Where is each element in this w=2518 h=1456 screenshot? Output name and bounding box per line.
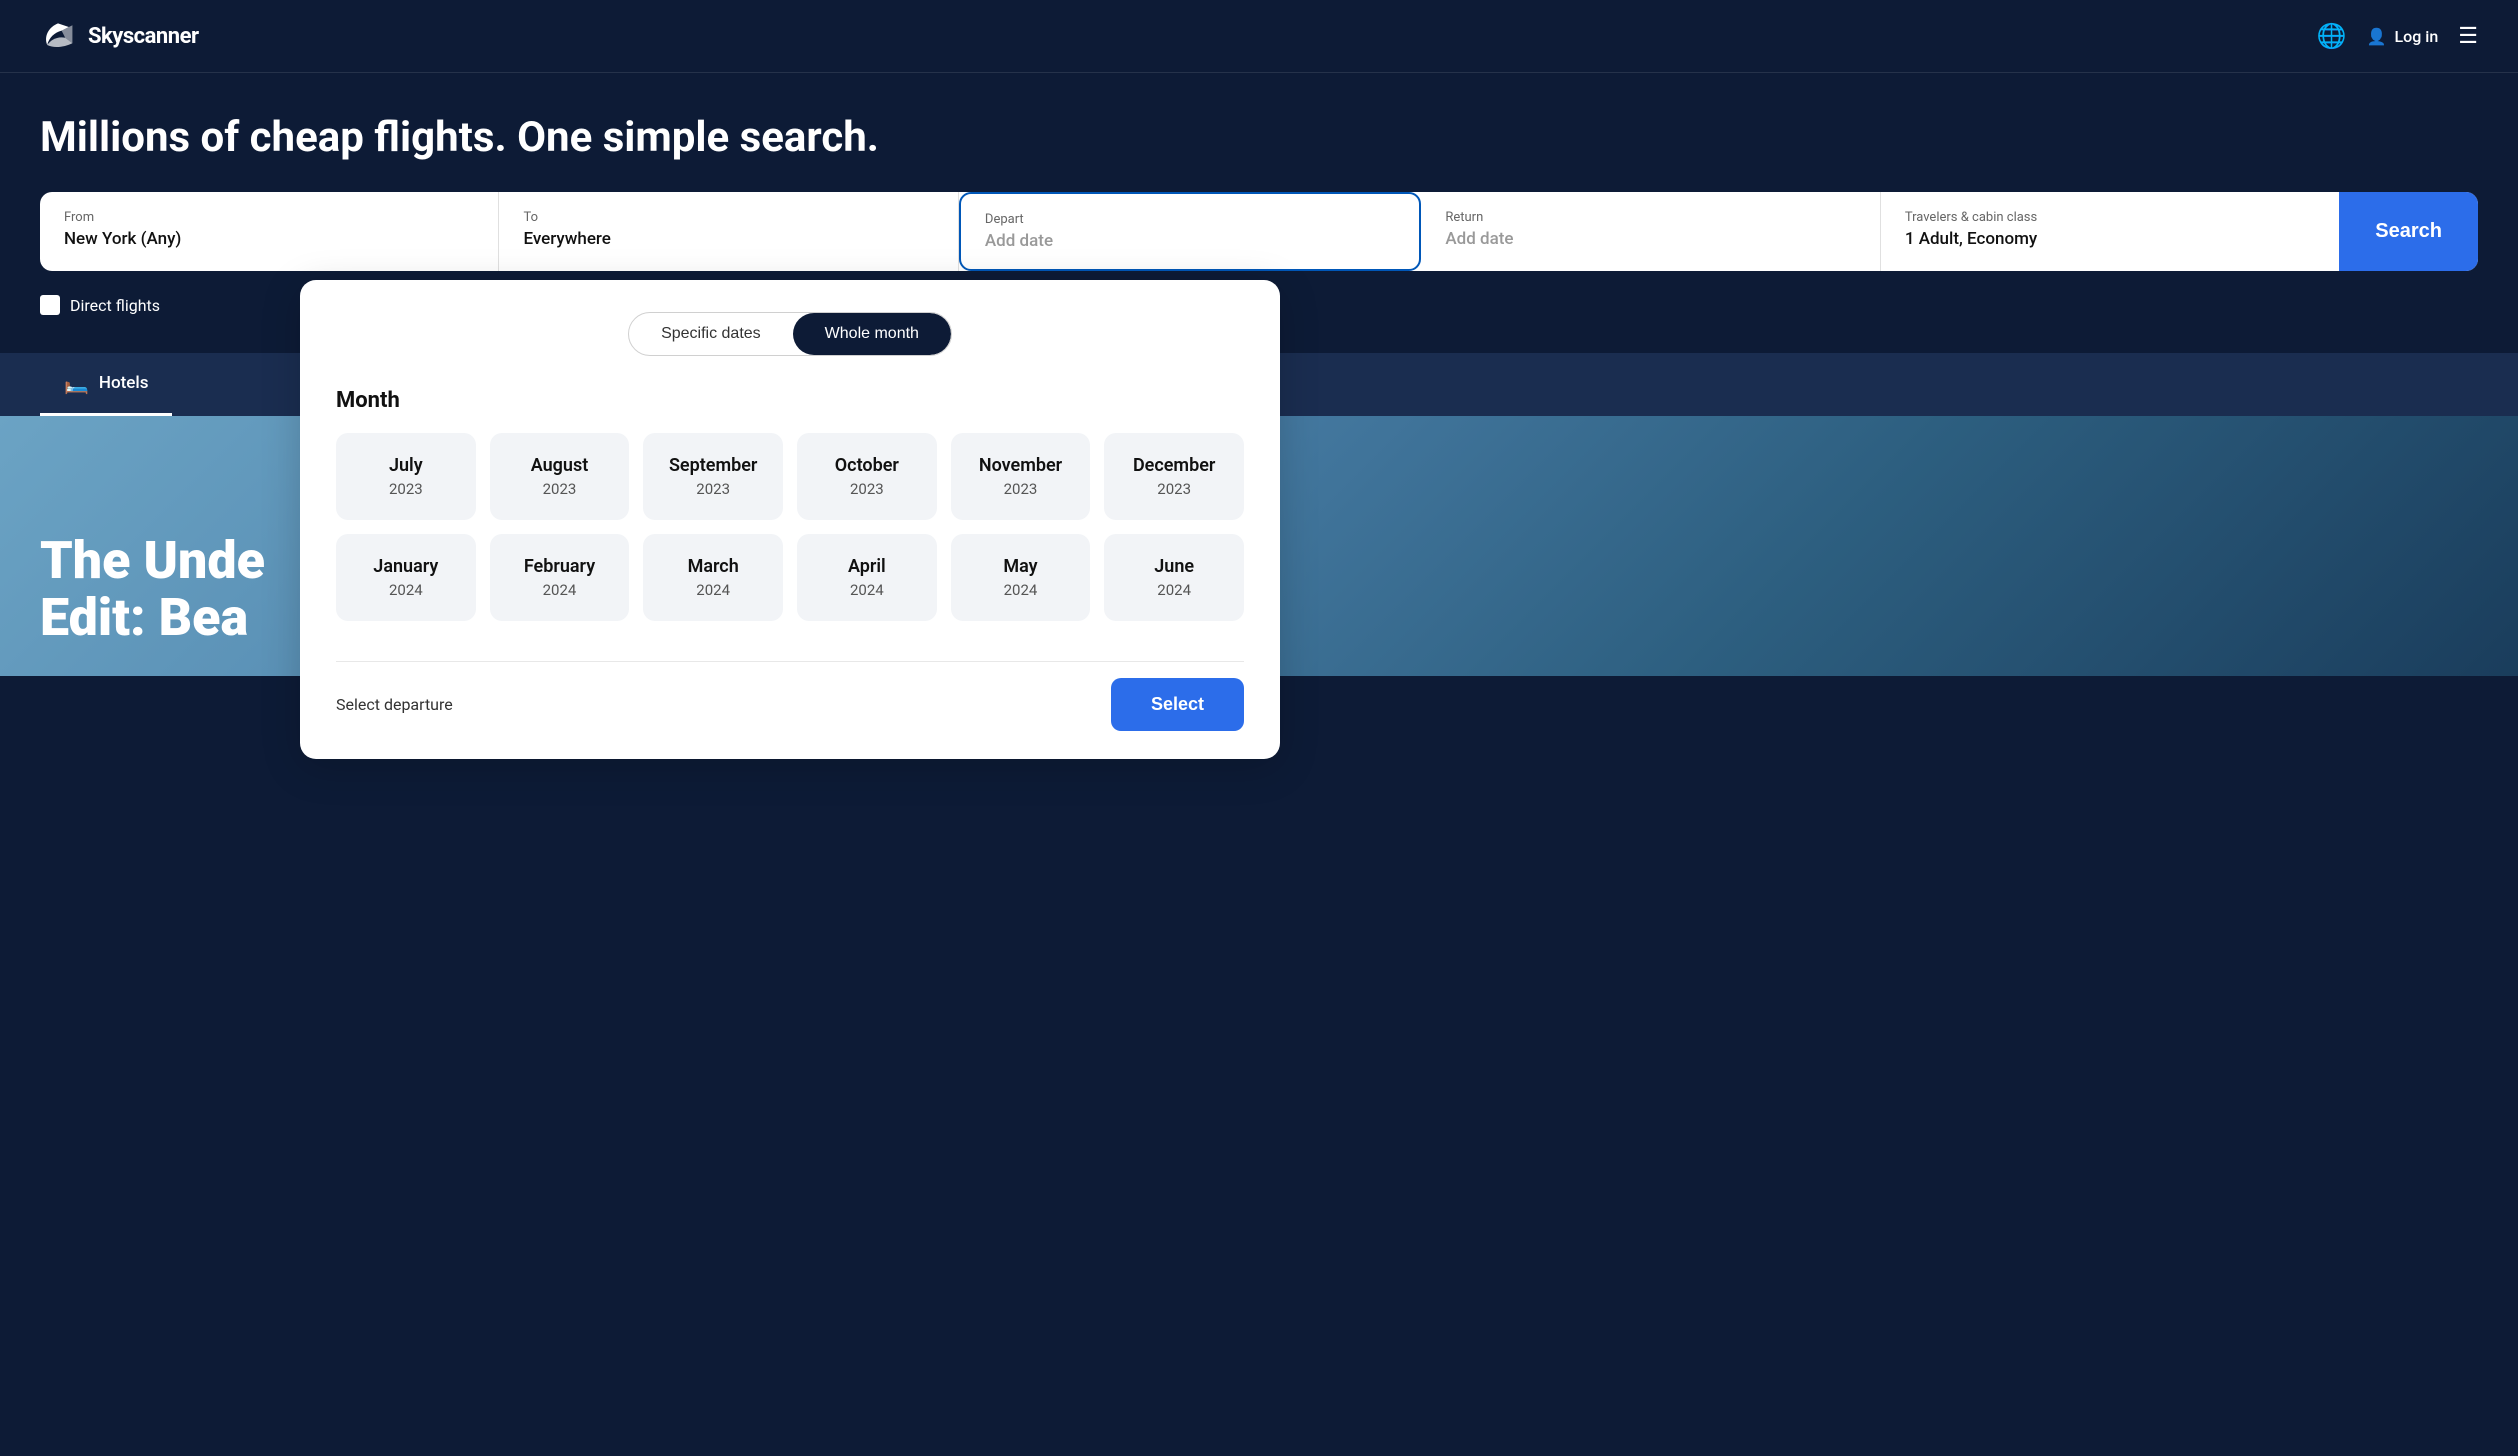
globe-icon[interactable]: 🌐: [2317, 22, 2347, 50]
specific-dates-toggle[interactable]: Specific dates: [629, 313, 793, 355]
month-card-august-2023[interactable]: August2023: [490, 433, 630, 520]
return-field[interactable]: Return Add date: [1421, 192, 1880, 271]
to-label: To: [523, 210, 933, 225]
month-card-april-2024[interactable]: April2024: [797, 534, 937, 621]
user-icon: 👤: [2367, 27, 2387, 46]
month-card-january-2024[interactable]: January2024: [336, 534, 476, 621]
menu-icon[interactable]: ☰: [2458, 24, 2478, 49]
months-grid: July2023August2023September2023October20…: [336, 433, 1244, 621]
dropdown-footer: Select departure Select: [336, 661, 1244, 731]
month-card-june-2024[interactable]: June2024: [1104, 534, 1244, 621]
date-picker-dropdown: Specific dates Whole month Month July202…: [300, 280, 1280, 759]
bg-text-line2: Edit: Bea: [40, 589, 265, 646]
month-card-july-2023[interactable]: July2023: [336, 433, 476, 520]
month-card-november-2023[interactable]: November2023: [951, 433, 1091, 520]
navbar-right: 🌐 👤 Log in ☰: [2317, 22, 2478, 50]
month-card-may-2024[interactable]: May2024: [951, 534, 1091, 621]
select-button[interactable]: Select: [1111, 678, 1244, 731]
from-label: From: [64, 210, 474, 225]
month-card-february-2024[interactable]: February2024: [490, 534, 630, 621]
depart-placeholder: Add date: [985, 231, 1053, 251]
date-type-toggle: Specific dates Whole month: [336, 312, 1244, 356]
navbar-left: Skyscanner: [40, 18, 199, 54]
return-placeholder: Add date: [1445, 229, 1513, 249]
depart-field[interactable]: Depart Add date: [959, 192, 1421, 271]
to-value: Everywhere: [523, 229, 610, 249]
hero-bg-text: The Unde Edit: Bea: [40, 532, 265, 646]
whole-month-toggle[interactable]: Whole month: [793, 313, 951, 355]
from-value: New York (Any): [64, 229, 181, 249]
month-card-september-2023[interactable]: September2023: [643, 433, 783, 520]
login-label: Log in: [2395, 27, 2439, 46]
tab-hotels[interactable]: 🛏️ Hotels: [40, 353, 172, 416]
toggle-wrapper: Specific dates Whole month: [628, 312, 952, 356]
search-bar: From New York (Any) To Everywhere Depart…: [40, 192, 2478, 271]
depart-label: Depart: [985, 212, 1395, 227]
month-card-march-2024[interactable]: March2024: [643, 534, 783, 621]
return-label: Return: [1445, 210, 1855, 225]
navbar: Skyscanner 🌐 👤 Log in ☰: [0, 0, 2518, 73]
travelers-value: 1 Adult, Economy: [1905, 229, 2037, 249]
month-card-december-2023[interactable]: December2023: [1104, 433, 1244, 520]
from-field[interactable]: From New York (Any): [40, 192, 499, 271]
month-card-october-2023[interactable]: October2023: [797, 433, 937, 520]
hero-title: Millions of cheap flights. One simple se…: [40, 113, 2478, 162]
direct-flights-label: Direct flights: [70, 296, 160, 315]
to-field[interactable]: To Everywhere: [499, 192, 958, 271]
search-button[interactable]: Search: [2339, 192, 2478, 271]
month-section-label: Month: [336, 388, 1244, 413]
bg-text-line1: The Unde: [40, 532, 265, 589]
login-button[interactable]: 👤 Log in: [2367, 27, 2439, 46]
hotels-icon: 🛏️: [64, 371, 89, 395]
travelers-field[interactable]: Travelers & cabin class 1 Adult, Economy: [1881, 192, 2339, 271]
tab-hotels-label: Hotels: [99, 373, 149, 393]
direct-flights-checkbox[interactable]: [40, 295, 60, 315]
travelers-label: Travelers & cabin class: [1905, 210, 2315, 225]
skyscanner-logo-icon: [40, 18, 76, 54]
select-departure-label: Select departure: [336, 695, 453, 714]
brand-name: Skyscanner: [88, 24, 199, 49]
